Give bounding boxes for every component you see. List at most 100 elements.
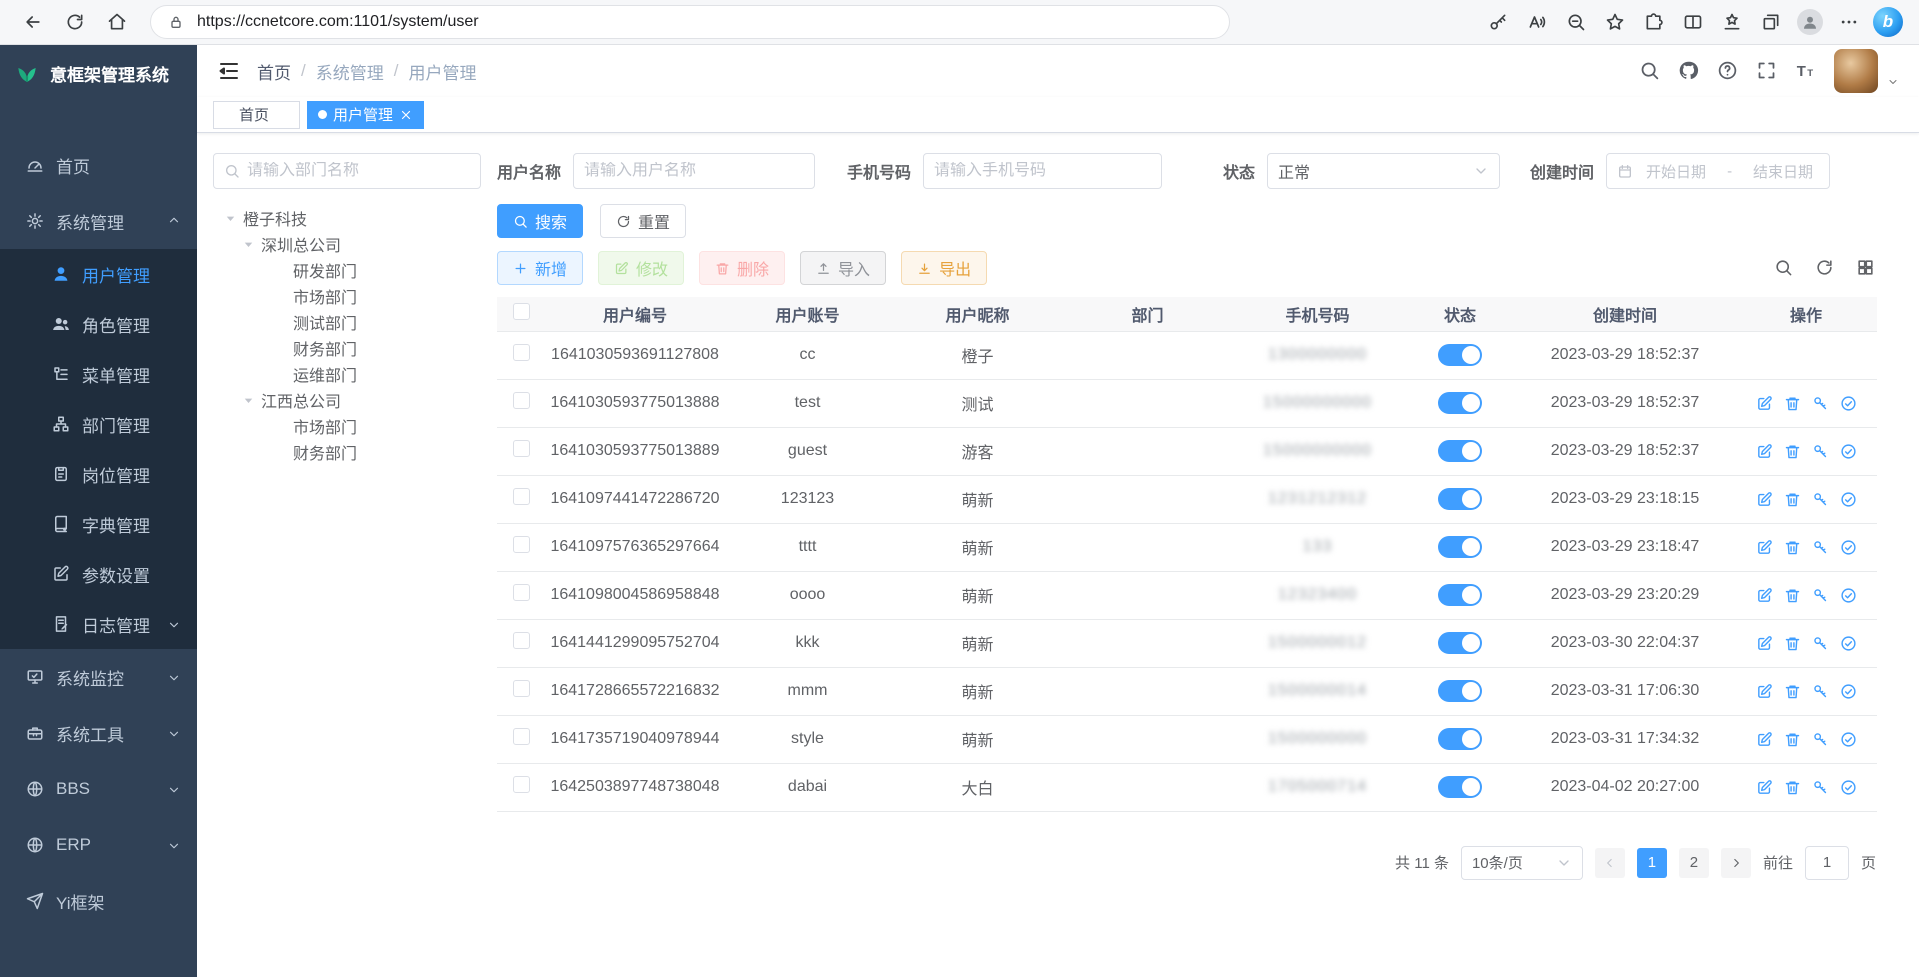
edit-row-icon[interactable] [1756,491,1773,508]
row-checkbox[interactable] [513,680,530,697]
reset-password-icon[interactable] [1812,779,1829,796]
goto-page-input[interactable] [1805,846,1849,880]
navbar-icon[interactable] [1678,60,1700,82]
copilot-icon[interactable] [1873,7,1903,37]
sidebar-item[interactable]: 首页 [0,137,197,193]
assign-role-icon[interactable] [1840,779,1857,796]
browser-toolbar-icon[interactable] [1639,5,1669,39]
edit-row-icon[interactable] [1756,539,1773,556]
phone-input[interactable] [934,162,1151,180]
browser-nav-icon[interactable] [16,5,50,39]
sidebar-item[interactable]: 日志管理 [0,599,197,649]
status-toggle[interactable] [1438,344,1482,366]
export-button[interactable]: 导出 [901,251,987,285]
assign-role-icon[interactable] [1840,683,1857,700]
status-toggle[interactable] [1438,488,1482,510]
tag-close-icon[interactable] [399,108,413,122]
sidebar-item[interactable]: 系统管理 [0,193,197,249]
tree-node[interactable]: 橙子科技 [213,205,481,231]
tag[interactable]: 首页 [213,101,300,129]
breadcrumb-item[interactable]: 用户管理 [408,59,476,84]
browser-toolbar-icon[interactable] [1678,5,1708,39]
row-checkbox[interactable] [513,776,530,793]
browser-toolbar-icon[interactable] [1600,5,1630,39]
page-number-button[interactable]: 2 [1679,848,1709,878]
sidebar-item[interactable]: 菜单管理 [0,349,197,399]
row-checkbox[interactable] [513,440,530,457]
assign-role-icon[interactable] [1840,635,1857,652]
breadcrumb-item[interactable]: 系统管理 [316,59,384,84]
delete-row-icon[interactable] [1784,683,1801,700]
delete-row-icon[interactable] [1784,779,1801,796]
reset-password-icon[interactable] [1812,395,1829,412]
row-checkbox[interactable] [513,392,530,409]
status-toggle[interactable] [1438,680,1482,702]
edit-row-icon[interactable] [1756,635,1773,652]
assign-role-icon[interactable] [1840,731,1857,748]
sidebar-item[interactable]: BBS [0,761,197,817]
tree-node[interactable]: 财务部门 [213,439,481,465]
browser-toolbar-icon[interactable] [1756,5,1786,39]
tag[interactable]: 用户管理 [307,101,424,129]
sidebar-fold-icon[interactable] [217,59,241,83]
toolbar-icon[interactable] [1774,258,1794,278]
search-button[interactable]: 搜索 [497,204,583,238]
add-button[interactable]: 新增 [497,251,583,285]
assign-role-icon[interactable] [1840,443,1857,460]
status-toggle[interactable] [1438,632,1482,654]
reset-password-icon[interactable] [1812,731,1829,748]
tree-caret-icon[interactable] [223,211,238,226]
date-range-picker[interactable]: 开始日期 - 结束日期 [1606,153,1830,189]
reset-password-icon[interactable] [1812,683,1829,700]
reset-password-icon[interactable] [1812,539,1829,556]
edit-row-icon[interactable] [1756,731,1773,748]
delete-row-icon[interactable] [1784,491,1801,508]
browser-toolbar-icon[interactable] [1717,5,1747,39]
toolbar-icon[interactable] [1856,258,1876,278]
delete-row-icon[interactable] [1784,395,1801,412]
reset-button[interactable]: 重置 [600,204,686,238]
browser-toolbar-icon[interactable] [1522,5,1552,39]
profile-avatar-icon[interactable] [1795,5,1825,39]
select-all-checkbox[interactable] [513,303,530,320]
sidebar-item[interactable]: ERP [0,817,197,873]
edit-row-icon[interactable] [1756,683,1773,700]
edit-row-icon[interactable] [1756,395,1773,412]
tree-node[interactable]: 研发部门 [213,257,481,283]
tree-node[interactable]: 运维部门 [213,361,481,387]
row-checkbox[interactable] [513,488,530,505]
tree-node[interactable]: 江西总公司 [213,387,481,413]
address-bar[interactable]: https://ccnetcore.com:1101/system/user [150,5,1230,39]
sidebar-item[interactable]: 字典管理 [0,499,197,549]
tree-node[interactable]: 市场部门 [213,413,481,439]
browser-toolbar-icon[interactable] [1561,5,1591,39]
breadcrumb-item[interactable]: 首页 [257,59,291,84]
sidebar-item[interactable]: 用户管理 [0,249,197,299]
reset-password-icon[interactable] [1812,635,1829,652]
sidebar-item[interactable]: 系统监控 [0,649,197,705]
delete-row-icon[interactable] [1784,443,1801,460]
reset-password-icon[interactable] [1812,443,1829,460]
reset-password-icon[interactable] [1812,587,1829,604]
row-checkbox[interactable] [513,344,530,361]
dept-search-input[interactable] [247,162,470,180]
assign-role-icon[interactable] [1840,587,1857,604]
browser-nav-icon[interactable] [58,5,92,39]
browser-nav-icon[interactable] [100,5,134,39]
tree-node[interactable]: 深圳总公司 [213,231,481,257]
browser-toolbar-icon[interactable] [1483,5,1513,39]
tree-node[interactable]: 财务部门 [213,335,481,361]
edit-button[interactable]: 修改 [598,251,684,285]
edit-row-icon[interactable] [1756,443,1773,460]
avatar-caret-icon[interactable] [1887,75,1899,87]
sidebar-item[interactable]: 角色管理 [0,299,197,349]
row-checkbox[interactable] [513,536,530,553]
edit-row-icon[interactable] [1756,779,1773,796]
edit-row-icon[interactable] [1756,587,1773,604]
assign-role-icon[interactable] [1840,491,1857,508]
page-size-select[interactable]: 10条/页 [1461,846,1583,880]
navbar-icon[interactable] [1639,60,1661,82]
status-toggle[interactable] [1438,440,1482,462]
sidebar-item[interactable]: 系统工具 [0,705,197,761]
tree-node[interactable]: 市场部门 [213,283,481,309]
